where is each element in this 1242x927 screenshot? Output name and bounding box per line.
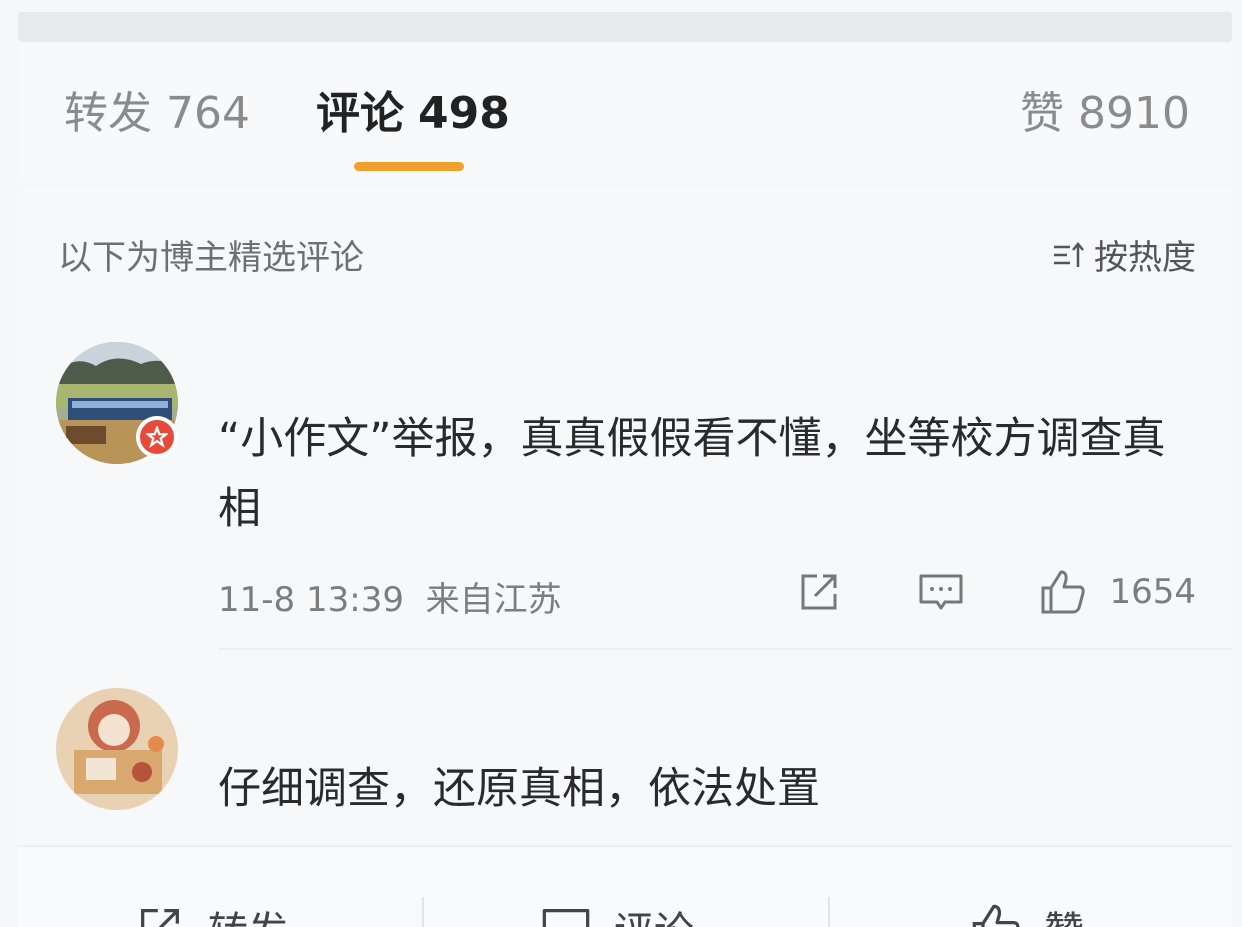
comment-icon [542,909,590,927]
sort-label: 按热度 [1094,238,1196,278]
avatar-image [56,688,178,810]
share-icon[interactable] [795,568,843,616]
tab-comment[interactable]: 评论 498 [316,86,510,142]
like-label: 赞 [1044,899,1084,927]
comment-item: 仔细调查，还原真相，依法处置 [18,650,1232,845]
tab-like-label: 赞 [1020,88,1065,139]
like-button[interactable]: 赞 [970,899,1084,927]
tab-bar: 转发 764 评论 498 赞 8910 [18,42,1232,182]
thumbs-up-icon [972,904,1020,927]
tab-repost[interactable]: 转发 764 [64,86,250,142]
repost-label: 转发 [208,899,288,927]
tab-repost-label: 转发 [64,88,152,139]
comment-item: “小作文”举报，真真假假看不懂，坐等校方调查真相 11-8 13:39 来自江苏… [18,306,1232,650]
comment-label: 评论 [614,899,694,927]
tab-like[interactable]: 赞 8910 [1020,86,1190,142]
tab-like-count: 8910 [1078,88,1190,139]
weibo-comments-page: 转发 764 评论 498 赞 8910 以下为博主精选评论 按热度 “小作文”… [0,0,1242,927]
comment-filter-row: 以下为博主精选评论 按热度 [18,186,1232,306]
comment-meta: 11-8 13:39 来自江苏 [218,572,562,621]
tab-comment-count: 498 [418,88,510,139]
tab-repost-count: 764 [166,88,250,139]
sort-button[interactable]: 按热度 [1050,230,1196,279]
separator [828,897,830,927]
verified-badge-icon [136,416,178,458]
comment-location: 来自江苏 [425,580,562,620]
avatar[interactable] [56,688,178,810]
comment-text: 仔细调查，还原真相，依法处置 [218,764,820,814]
top-bar [18,12,1232,42]
active-tab-indicator [354,162,464,171]
reply-icon[interactable] [917,568,965,616]
bottom-action-bar: 转发 评论 赞 [18,845,1232,927]
comment-button[interactable]: 评论 [540,899,694,927]
comment-text: “小作文”举报，真真假假看不懂，坐等校方调查真相 [218,414,1166,534]
repost-button[interactable]: 转发 [134,899,288,927]
curated-comments-note: 以下为博主精选评论 [58,238,364,278]
like-icon[interactable] [1039,568,1087,616]
sort-icon [1054,241,1084,267]
comment-actions: 1654 [795,568,1196,616]
separator [422,897,424,927]
comment-time: 11-8 13:39 [218,580,404,620]
repost-icon [141,909,179,927]
like-count: 1654 [1109,572,1196,612]
tab-comment-label: 评论 [316,88,404,139]
